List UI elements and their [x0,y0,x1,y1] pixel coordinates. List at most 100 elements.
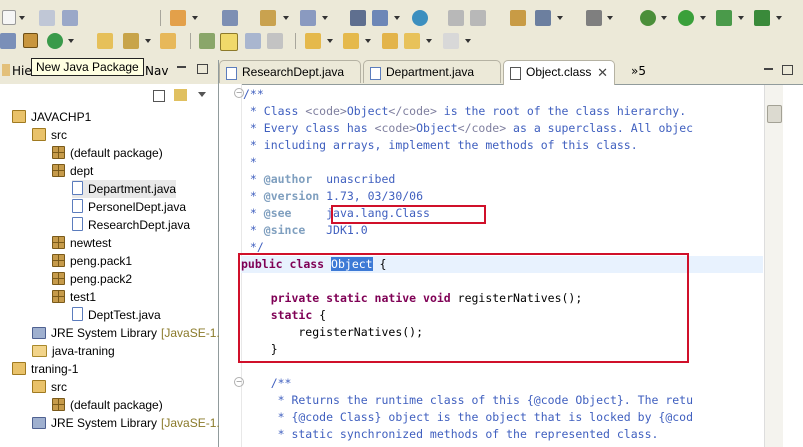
tree-item-label: peng.pack1 [70,254,133,268]
dropdown-arrow-icon[interactable] [145,39,151,43]
tree-item[interactable]: test1 [52,288,96,306]
show-whitespace-icon[interactable] [267,33,283,49]
view-menu-icon[interactable] [198,92,206,97]
deploy-icon[interactable] [372,10,388,26]
block-selection-icon[interactable] [245,33,261,49]
open-type-icon[interactable] [222,10,238,26]
tree-item[interactable]: traning-1 [12,360,78,378]
tab-overflow[interactable]: »5 [631,64,646,78]
dropdown-arrow-icon[interactable] [776,16,782,20]
dropdown-arrow-icon[interactable] [68,39,74,43]
library-icon [32,417,46,429]
open-folder-icon[interactable] [97,33,113,49]
last-edit-location-icon[interactable] [382,33,398,49]
tree-item-label: test1 [70,290,97,304]
previous-annotation-icon[interactable] [343,33,359,49]
toggle-breadcrumb-icon[interactable] [199,33,215,49]
run-external-icon[interactable] [716,10,732,26]
link-with-editor-icon[interactable] [174,89,187,101]
new-java-package-icon[interactable] [23,33,38,48]
dropdown-arrow-icon[interactable] [394,16,400,20]
tab-hierarchy[interactable]: Hie [12,64,32,78]
tree-item[interactable]: peng.pack1 [52,252,132,270]
tree-item-label: src [51,128,67,142]
search-icon[interactable] [260,10,276,26]
minimize-icon[interactable] [177,66,186,68]
back-icon[interactable] [404,33,420,49]
package-icon [52,254,65,267]
tree-item[interactable]: JRE System Library [JavaSE-1.6 [32,414,226,432]
dropdown-arrow-icon[interactable] [19,16,25,20]
code-line: * Every class has <code>Object</code> as… [243,121,694,135]
tab-navigator[interactable]: Nav [145,64,168,78]
minimize-icon[interactable] [764,68,773,70]
tree-item[interactable]: ResearchDept.java [72,216,190,234]
dropdown-arrow-icon[interactable] [365,39,371,43]
tree-item[interactable]: (default package) [52,396,163,414]
save-icon[interactable] [39,10,55,26]
new-icon[interactable] [2,10,16,25]
close-tab-icon[interactable]: ✕ [597,61,608,84]
next-annotation-icon[interactable] [305,33,321,49]
dropdown-arrow-icon[interactable] [661,16,667,20]
debug-search-icon[interactable] [300,10,316,26]
tooltip: New Java Package [31,58,144,76]
hierarchy-icon[interactable] [510,10,526,26]
tree-item[interactable]: peng.pack2 [52,270,132,288]
dropdown-arrow-icon[interactable] [283,16,289,20]
globe-icon[interactable] [412,10,428,26]
tree-item[interactable]: newtest [52,234,111,252]
tree-item-label: java-traning [52,344,115,358]
dropdown-arrow-icon[interactable] [738,16,744,20]
collapse-all-icon[interactable] [153,90,165,102]
dropdown-arrow-icon[interactable] [465,39,471,43]
tree-item-label: traning-1 [31,362,79,376]
tree-item-label: dept [70,164,94,178]
scrollbar-thumb[interactable] [767,105,782,123]
server-icon[interactable] [350,10,366,26]
java-file-icon [370,67,381,80]
vertical-scrollbar[interactable] [764,85,783,447]
toolbar-separator [295,33,296,49]
dropdown-arrow-icon[interactable] [426,39,432,43]
tree-item[interactable]: PersonelDept.java [72,198,186,216]
debug-icon[interactable] [640,10,656,26]
maximize-icon[interactable] [197,64,208,74]
tree-item[interactable]: Department.java [72,180,177,198]
project-icon [12,362,26,375]
code-line: * {@code Class} object is the object tha… [243,410,694,424]
tree-item[interactable]: DeptTest.java [72,306,161,324]
tree-item[interactable]: (default package) [52,144,163,162]
tab-object-class[interactable]: Object.class ✕ [503,60,615,85]
folder-icon [32,345,47,357]
new-class-icon[interactable] [170,10,186,26]
tree-item-label: newtest [70,236,112,250]
toggle-mark-occurrences-icon[interactable] [220,33,238,51]
tab-department[interactable]: Department.java [363,60,501,83]
maximize-icon[interactable] [782,65,793,75]
new-java-project-icon[interactable] [0,33,16,49]
dropdown-arrow-icon[interactable] [700,16,706,20]
library-icon [32,327,46,339]
tree-item[interactable]: src [32,126,67,144]
print-icon[interactable] [62,10,78,26]
brush-icon[interactable] [123,33,139,49]
dropdown-arrow-icon[interactable] [327,39,333,43]
dropdown-arrow-icon[interactable] [322,16,328,20]
dropdown-arrow-icon[interactable] [557,16,563,20]
dropdown-arrow-icon[interactable] [607,16,613,20]
dropdown-arrow-icon[interactable] [192,16,198,20]
tree-item[interactable]: dept [52,162,93,180]
tree-item[interactable]: JAVACHP1 [12,108,91,126]
tree-item[interactable]: JRE System Library [JavaSE-1.6 [32,324,226,342]
new-class-green-icon[interactable] [47,33,63,49]
annotation-box-class [238,253,689,363]
tree-item[interactable]: java-traning [32,342,115,360]
run-icon[interactable] [678,10,694,26]
camera-icon[interactable] [586,10,602,26]
external-tools-icon[interactable] [754,10,770,26]
tree-item[interactable]: src [32,378,67,396]
open-resource-icon[interactable] [160,33,176,49]
tab-researchdept[interactable]: ResearchDept.java [219,60,361,83]
web-browser-icon[interactable] [535,10,551,26]
